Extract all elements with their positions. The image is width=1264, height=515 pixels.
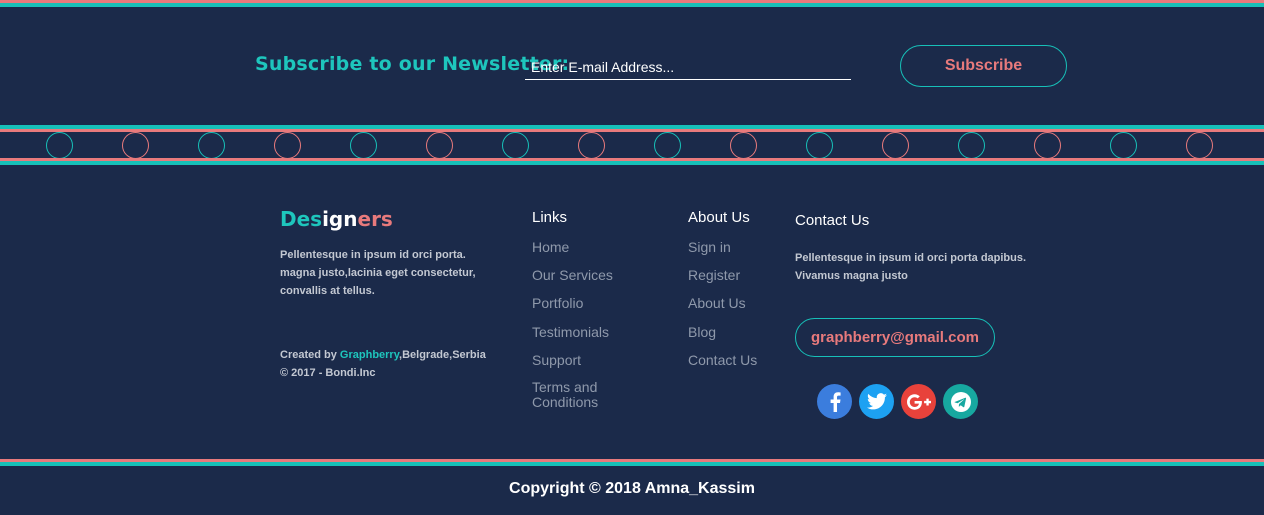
google-plus-icon[interactable]: [901, 384, 936, 419]
subscribe-button[interactable]: Subscribe: [900, 45, 1067, 87]
about-link-blog-label[interactable]: Blog: [688, 324, 716, 340]
credit-text: Created by Graphberry,Belgrade,Serbia © 2…: [280, 346, 510, 382]
band-stripe-teal-bottom: [0, 161, 1264, 165]
newsletter-email-input[interactable]: [525, 54, 851, 80]
decorative-circle: [46, 132, 73, 159]
link-our-services[interactable]: Our Services: [532, 267, 642, 295]
decorative-circle: [274, 132, 301, 159]
about-link-contact-us[interactable]: Contact Us: [688, 352, 788, 380]
about-link-sign-in[interactable]: Sign in: [688, 239, 788, 267]
decorative-circle: [806, 132, 833, 159]
link-testimonials[interactable]: Testimonials: [532, 324, 642, 352]
link-terms-label[interactable]: Terms and Conditions: [532, 379, 598, 410]
decorative-circle: [578, 132, 605, 159]
credit-line2: © 2017 - Bondi.Inc: [280, 367, 376, 379]
about-link-about-us-label[interactable]: About Us: [688, 295, 746, 311]
newsletter-title: Subscribe to our Newsletter:: [255, 53, 570, 75]
credit-link[interactable]: Graphberry: [340, 349, 399, 361]
copyright-text: Copyright © 2018 Amna_Kassim: [509, 480, 755, 497]
decorative-circle: [122, 132, 149, 159]
bottom-stripe-teal: [0, 462, 1264, 466]
credit-suffix: ,Belgrade,Serbia: [399, 349, 486, 361]
link-testimonials-label[interactable]: Testimonials: [532, 324, 609, 340]
brand-logo-part2: ign: [322, 207, 358, 231]
decorative-circle: [958, 132, 985, 159]
about-list: Sign in Register About Us Blog Contact U…: [688, 239, 788, 380]
about-link-contact-us-label[interactable]: Contact Us: [688, 352, 757, 368]
link-support[interactable]: Support: [532, 352, 642, 380]
about-link-register-label[interactable]: Register: [688, 267, 740, 283]
contact-description: Pellentesque in ipsum id orci porta dapi…: [795, 252, 1027, 282]
decorative-circle: [730, 132, 757, 159]
about-link-register[interactable]: Register: [688, 267, 788, 295]
contact-email-button[interactable]: graphberry@gmail.com: [795, 318, 995, 357]
decorative-circle: [426, 132, 453, 159]
top-stripe-teal: [0, 3, 1264, 7]
decorative-circle: [1186, 132, 1213, 159]
link-terms[interactable]: Terms and Conditions: [532, 380, 632, 410]
decorative-circle: [1110, 132, 1137, 159]
twitter-icon[interactable]: [859, 384, 894, 419]
link-home-label[interactable]: Home: [532, 239, 569, 255]
brand-description: Pellentesque in ipsum id orci porta. mag…: [280, 249, 476, 297]
decorative-circle: [882, 132, 909, 159]
telegram-icon[interactable]: [943, 384, 978, 419]
brand-logo-part1: Des: [280, 207, 323, 231]
brand-logo-part3: ers: [357, 207, 393, 231]
about-link-blog[interactable]: Blog: [688, 324, 788, 352]
link-our-services-label[interactable]: Our Services: [532, 267, 613, 283]
links-list: Home Our Services Portfolio Testimonials…: [532, 239, 642, 410]
facebook-icon[interactable]: [817, 384, 852, 419]
brand-logo: Designers: [280, 207, 393, 231]
link-home[interactable]: Home: [532, 239, 642, 267]
decorative-circle: [350, 132, 377, 159]
link-portfolio-label[interactable]: Portfolio: [532, 295, 583, 311]
contact-title: Contact Us: [795, 212, 870, 229]
decorative-circle: [1034, 132, 1061, 159]
link-support-label[interactable]: Support: [532, 352, 581, 368]
decorative-circle: [502, 132, 529, 159]
about-link-sign-in-label[interactable]: Sign in: [688, 239, 731, 255]
links-title: Links: [532, 209, 568, 226]
band-stripe-pink-top: [0, 129, 1264, 132]
decorative-circle: [654, 132, 681, 159]
about-title: About Us: [688, 209, 750, 226]
credit-prefix: Created by: [280, 349, 340, 361]
link-portfolio[interactable]: Portfolio: [532, 295, 642, 324]
decorative-circle: [198, 132, 225, 159]
about-link-about-us[interactable]: About Us: [688, 295, 788, 324]
